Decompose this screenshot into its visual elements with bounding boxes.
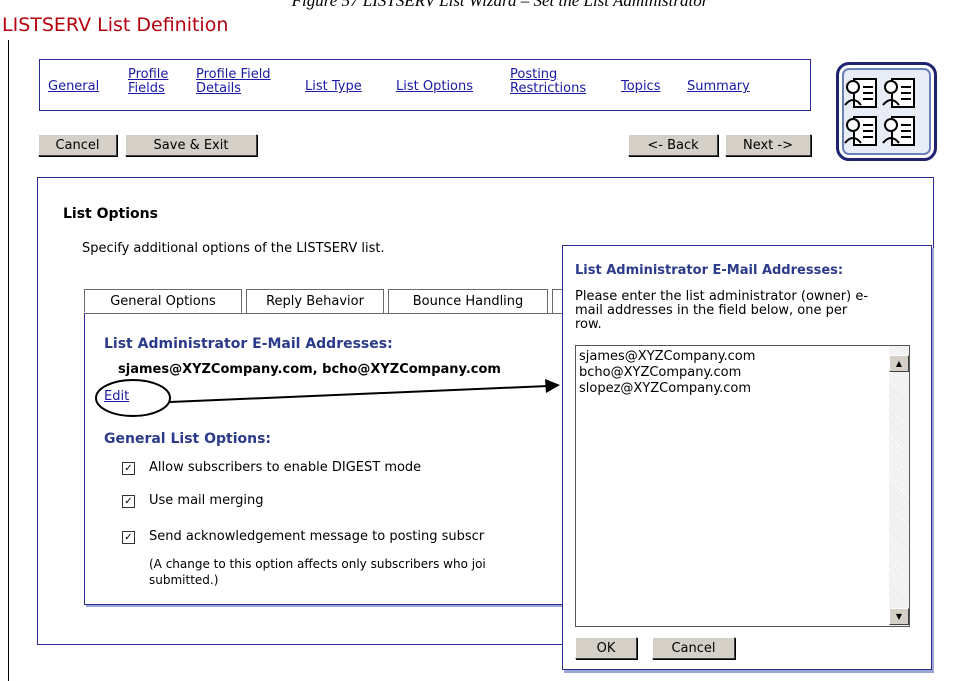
instruction-line: mail addresses in the field below, one p… xyxy=(575,303,848,318)
instruction-line: row. xyxy=(575,317,602,332)
ok-button[interactable]: OK xyxy=(575,637,637,659)
textarea-line: slopez@XYZCompany.com xyxy=(579,381,752,396)
dialog-title: List Administrator E-Mail Addresses: xyxy=(575,263,844,278)
instruction-line: Please enter the list administrator (own… xyxy=(575,289,869,304)
textarea-scrollbar[interactable] xyxy=(889,346,909,626)
textarea-line: sjames@XYZCompany.com xyxy=(579,349,756,364)
scroll-down-arrow-icon[interactable]: ▼ xyxy=(889,608,909,625)
scroll-up-arrow-icon[interactable]: ▲ xyxy=(889,355,909,372)
dialog-cancel-button[interactable]: Cancel xyxy=(652,637,735,659)
tab-general-options[interactable]: General Options xyxy=(84,289,242,313)
dialog-instructions: Please enter the list administrator (own… xyxy=(575,290,920,332)
textarea-line: bcho@XYZCompany.com xyxy=(579,365,742,380)
